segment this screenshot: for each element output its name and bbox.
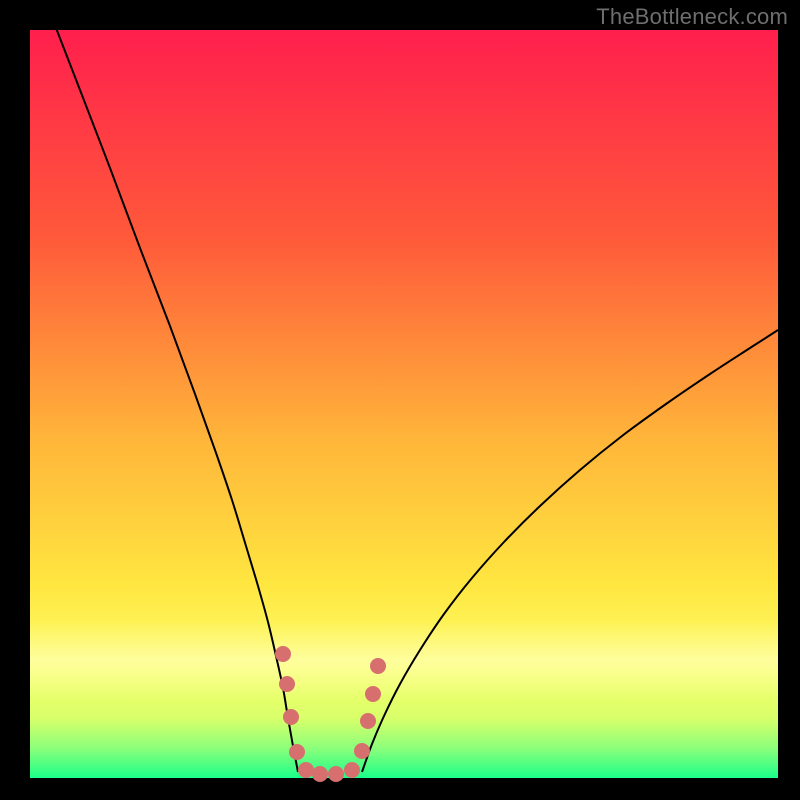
bead-marker [354,743,370,759]
bead-marker [283,709,299,725]
watermark-text: TheBottleneck.com [596,4,788,30]
bead-marker [298,762,314,778]
bead-marker [370,658,386,674]
bead-marker [328,766,344,782]
bead-marker [312,766,328,782]
bead-marker [365,686,381,702]
highlight-band [30,620,778,700]
bead-marker [344,762,360,778]
bead-marker [289,744,305,760]
bead-marker [279,676,295,692]
bottleneck-chart [0,0,800,800]
bead-marker [275,646,291,662]
bead-marker [360,713,376,729]
chart-stage: TheBottleneck.com [0,0,800,800]
